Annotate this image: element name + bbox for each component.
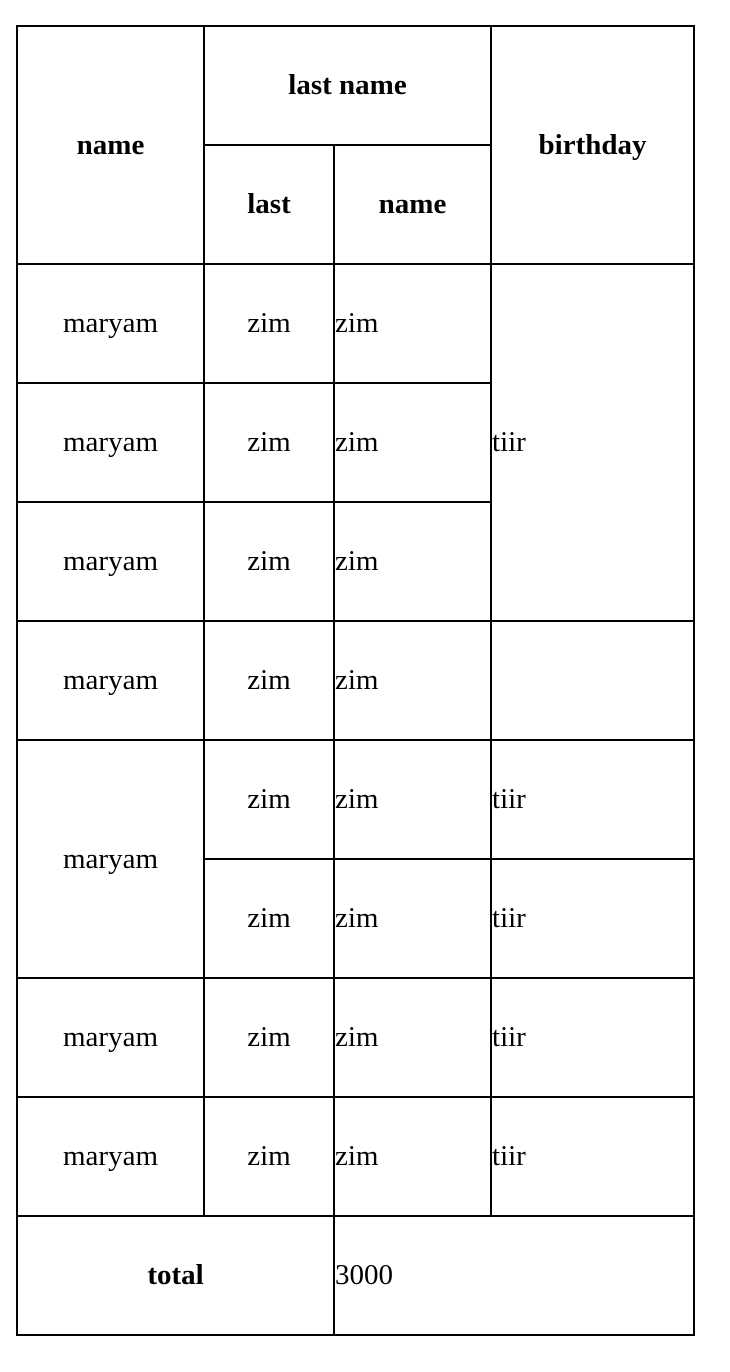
cell-name2: zim	[332, 382, 493, 503]
cell-last: zim	[203, 739, 335, 860]
cell-name2: zim	[332, 263, 493, 384]
cell-name2: zim	[332, 620, 493, 741]
cell-name: maryam	[16, 620, 205, 741]
cell-name: maryam	[16, 501, 205, 622]
header-row: name last name birthday	[16, 25, 696, 265]
cell-name2: zim	[332, 1096, 493, 1217]
total-row: total 3000	[16, 1215, 696, 1336]
cell-name: maryam	[16, 1096, 205, 1217]
table-footer: total 3000	[16, 1215, 696, 1336]
header-last: last	[203, 144, 335, 265]
cell-name: maryam	[16, 739, 205, 979]
cell-name2: zim	[332, 977, 493, 1098]
table-row: maryam zim zim tiir	[16, 977, 696, 1098]
table-row: maryam zim zim tiir	[16, 263, 696, 622]
cell-name: maryam	[16, 263, 205, 384]
data-table: name last name birthday last name maryam…	[16, 25, 696, 1336]
header-birthday: birthday	[490, 25, 696, 265]
cell-last: zim	[203, 263, 335, 384]
cell-name2: zim	[332, 501, 493, 622]
table-body: maryam zim zim tiir maryam zim zim marya…	[16, 263, 696, 1217]
cell-birthday: tiir	[490, 858, 696, 979]
table-row: maryam zim zim tiir	[16, 739, 696, 979]
cell-name: maryam	[16, 977, 205, 1098]
cell-birthday: tiir	[490, 263, 696, 622]
table-header: name last name birthday last name	[16, 25, 696, 265]
cell-last: zim	[203, 620, 335, 741]
cell-last: zim	[203, 977, 335, 1098]
cell-name2: zim	[332, 858, 493, 979]
cell-birthday	[490, 620, 696, 741]
header-last-name-group: last name	[202, 25, 493, 146]
cell-last: zim	[203, 1096, 335, 1217]
cell-last: zim	[203, 501, 335, 622]
cell-birthday: tiir	[490, 1096, 696, 1217]
total-value: 3000	[332, 1215, 696, 1336]
table-row: maryam zim zim tiir	[16, 1096, 696, 1217]
cell-last: zim	[203, 382, 335, 503]
cell-birthday: tiir	[490, 739, 696, 860]
total-label: total	[16, 1215, 335, 1336]
table-row: maryam zim zim	[16, 620, 696, 741]
header-name: name	[16, 25, 205, 265]
cell-birthday: tiir	[490, 977, 696, 1098]
header-name-sub: name	[332, 144, 493, 265]
cell-name: maryam	[16, 382, 205, 503]
cell-name2: zim	[332, 739, 493, 860]
cell-last: zim	[203, 858, 335, 979]
